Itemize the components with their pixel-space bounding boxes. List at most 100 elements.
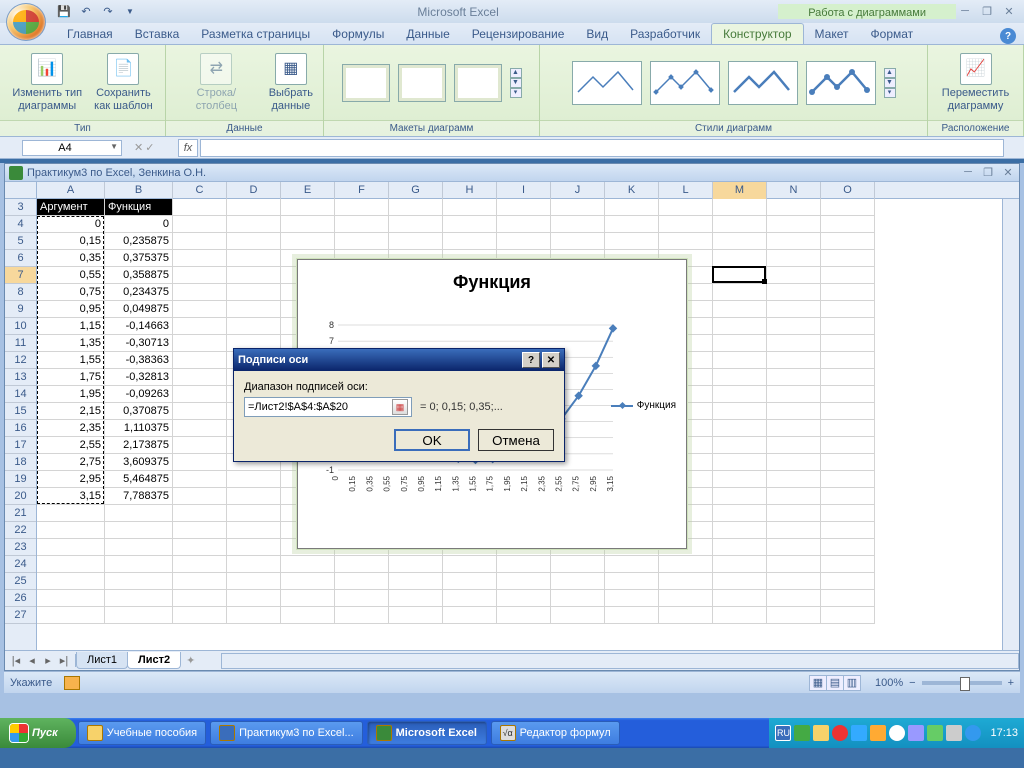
cell-C23[interactable] (173, 539, 227, 556)
ribbon-tab-developer[interactable]: Разработчик (619, 24, 711, 44)
cell-I3[interactable] (497, 199, 551, 216)
cell-M7[interactable] (713, 267, 767, 284)
cell-G3[interactable] (389, 199, 443, 216)
cell-E25[interactable] (281, 573, 335, 590)
cell-C3[interactable] (173, 199, 227, 216)
cell-F25[interactable] (335, 573, 389, 590)
cell-O16[interactable] (821, 420, 875, 437)
ribbon-tab-data[interactable]: Данные (395, 24, 460, 44)
cell-E3[interactable] (281, 199, 335, 216)
row-header-16[interactable]: 16 (5, 420, 36, 437)
cell-N25[interactable] (767, 573, 821, 590)
cell-B18[interactable]: 3,609375 (105, 454, 173, 471)
cell-C15[interactable] (173, 403, 227, 420)
cell-D10[interactable] (227, 318, 281, 335)
cell-A3[interactable]: Аргумент (37, 199, 105, 216)
cell-K26[interactable] (605, 590, 659, 607)
cell-M16[interactable] (713, 420, 767, 437)
select-data-button[interactable]: ▦Выбрать данные (265, 51, 317, 114)
cell-N15[interactable] (767, 403, 821, 420)
row-header-22[interactable]: 22 (5, 522, 36, 539)
taskbar-button-excel[interactable]: Microsoft Excel (367, 721, 487, 745)
cell-K25[interactable] (605, 573, 659, 590)
cell-N7[interactable] (767, 267, 821, 284)
cell-C10[interactable] (173, 318, 227, 335)
cell-B13[interactable]: -0,32813 (105, 369, 173, 386)
column-header-B[interactable]: B (105, 182, 173, 199)
row-header-12[interactable]: 12 (5, 352, 36, 369)
tray-icon[interactable] (832, 725, 848, 741)
horizontal-scrollbar[interactable] (221, 653, 1019, 669)
cell-N27[interactable] (767, 607, 821, 624)
cell-C6[interactable] (173, 250, 227, 267)
chart-style-3[interactable] (728, 61, 798, 105)
cell-M26[interactable] (713, 590, 767, 607)
cell-I26[interactable] (497, 590, 551, 607)
cell-K24[interactable] (605, 556, 659, 573)
column-header-J[interactable]: J (551, 182, 605, 199)
cell-D20[interactable] (227, 488, 281, 505)
cell-C11[interactable] (173, 335, 227, 352)
cell-F27[interactable] (335, 607, 389, 624)
cell-K3[interactable] (605, 199, 659, 216)
cell-N22[interactable] (767, 522, 821, 539)
cell-N19[interactable] (767, 471, 821, 488)
cell-M4[interactable] (713, 216, 767, 233)
row-header-4[interactable]: 4 (5, 216, 36, 233)
layouts-more-button[interactable]: ▲▼▾ (510, 68, 524, 98)
dialog-help-button[interactable]: ? (522, 352, 540, 368)
cell-M6[interactable] (713, 250, 767, 267)
cell-C26[interactable] (173, 590, 227, 607)
cell-O23[interactable] (821, 539, 875, 556)
cell-M22[interactable] (713, 522, 767, 539)
cell-N4[interactable] (767, 216, 821, 233)
cell-F4[interactable] (335, 216, 389, 233)
cell-C19[interactable] (173, 471, 227, 488)
cell-O10[interactable] (821, 318, 875, 335)
column-header-N[interactable]: N (767, 182, 821, 199)
cell-B16[interactable]: 1,110375 (105, 420, 173, 437)
tray-icon[interactable] (851, 725, 867, 741)
save-icon[interactable]: 💾 (56, 4, 72, 20)
cell-C24[interactable] (173, 556, 227, 573)
cell-D27[interactable] (227, 607, 281, 624)
chart-layout-2[interactable] (398, 64, 446, 102)
column-header-K[interactable]: K (605, 182, 659, 199)
cell-O19[interactable] (821, 471, 875, 488)
cell-N21[interactable] (767, 505, 821, 522)
row-header-24[interactable]: 24 (5, 556, 36, 573)
undo-icon[interactable]: ↶ (78, 4, 94, 20)
cell-B11[interactable]: -0,30713 (105, 335, 173, 352)
new-sheet-button[interactable]: ✦ (180, 654, 201, 667)
tray-icon[interactable] (870, 725, 886, 741)
cell-O8[interactable] (821, 284, 875, 301)
cell-O18[interactable] (821, 454, 875, 471)
cell-M13[interactable] (713, 369, 767, 386)
language-indicator[interactable]: RU (775, 725, 791, 741)
cell-B4[interactable]: 0 (105, 216, 173, 233)
cell-D8[interactable] (227, 284, 281, 301)
ribbon-tab-view[interactable]: Вид (575, 24, 619, 44)
cell-O17[interactable] (821, 437, 875, 454)
cell-B9[interactable]: 0,049875 (105, 301, 173, 318)
cell-D26[interactable] (227, 590, 281, 607)
cell-B15[interactable]: 0,370875 (105, 403, 173, 420)
minimize-button[interactable]: ─ (956, 5, 974, 18)
cell-N17[interactable] (767, 437, 821, 454)
cell-G26[interactable] (389, 590, 443, 607)
cell-N3[interactable] (767, 199, 821, 216)
cell-L25[interactable] (659, 573, 713, 590)
cell-F3[interactable] (335, 199, 389, 216)
column-header-L[interactable]: L (659, 182, 713, 199)
cell-F26[interactable] (335, 590, 389, 607)
cell-N23[interactable] (767, 539, 821, 556)
office-button[interactable] (6, 3, 46, 41)
cell-O15[interactable] (821, 403, 875, 420)
cell-I4[interactable] (497, 216, 551, 233)
cell-H5[interactable] (443, 233, 497, 250)
cell-H27[interactable] (443, 607, 497, 624)
ribbon-tab-home[interactable]: Главная (56, 24, 124, 44)
row-header-25[interactable]: 25 (5, 573, 36, 590)
cell-K27[interactable] (605, 607, 659, 624)
column-header-E[interactable]: E (281, 182, 335, 199)
